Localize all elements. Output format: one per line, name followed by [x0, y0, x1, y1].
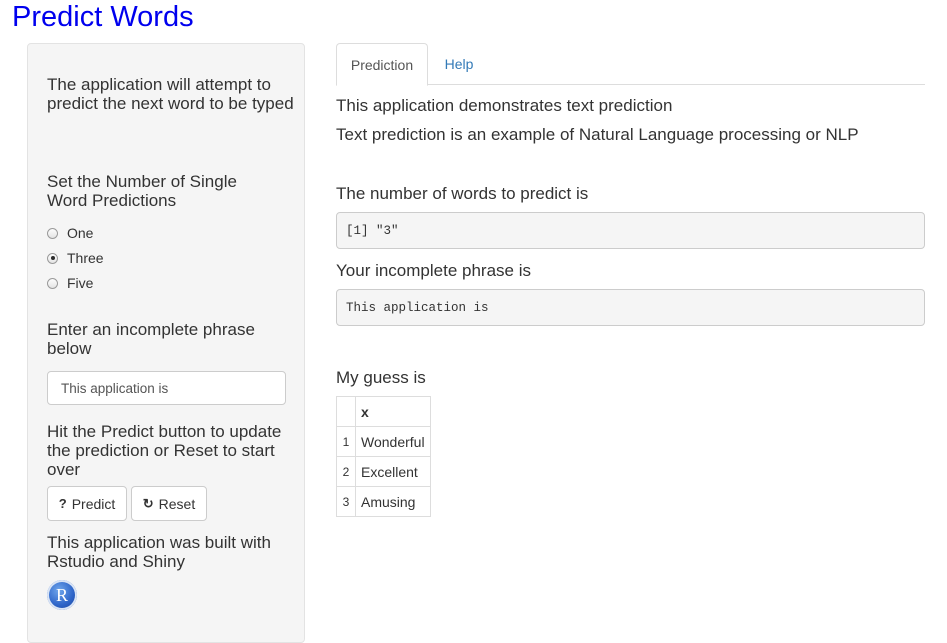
- num-words-label: The number of words to predict is: [336, 184, 589, 203]
- radio-option-three[interactable]: Three: [47, 249, 104, 267]
- radio-option-label: One: [67, 225, 94, 241]
- phrase-input-label: Enter an incomplete phrase below: [47, 320, 255, 358]
- refresh-icon: ↻: [142, 495, 154, 511]
- r-logo-icon: R: [47, 580, 77, 610]
- table-header-row: x: [336, 396, 431, 427]
- radio-group-label: Set the Number of Single Word Prediction…: [47, 172, 237, 210]
- radio-button[interactable]: [47, 227, 58, 239]
- predict-button-label: Predict: [71, 495, 116, 512]
- row-index: 2: [336, 456, 356, 487]
- radio-option-label: Three: [67, 250, 104, 266]
- radio-button[interactable]: [47, 277, 58, 289]
- table-header-index: [336, 396, 356, 427]
- description-line-1: This application demonstrates text predi…: [336, 96, 673, 115]
- tab-help[interactable]: Help: [428, 43, 490, 85]
- table-row: 1 Wonderful: [336, 426, 431, 457]
- predicted-word: Amusing: [355, 486, 431, 517]
- row-index: 1: [336, 426, 356, 457]
- question-icon: ?: [58, 496, 67, 511]
- predicted-word: Wonderful: [355, 426, 431, 457]
- sidebar-panel: The application will attempt to predict …: [27, 43, 305, 643]
- radio-option-one[interactable]: One: [47, 224, 93, 242]
- reset-button-label: Reset: [158, 495, 196, 512]
- predict-button[interactable]: ? Predict: [47, 486, 127, 521]
- radio-option-label: Five: [67, 275, 94, 291]
- row-index: 3: [336, 486, 356, 517]
- guess-table: x 1 Wonderful 2 Excellent 3 Amusing: [336, 396, 431, 517]
- radio-button-selected[interactable]: [47, 252, 58, 264]
- instructions-text: Hit the Predict button to update the pre…: [47, 422, 282, 479]
- app-title: Predict Words: [12, 1, 194, 33]
- table-header-x: x: [355, 396, 431, 427]
- num-words-output: [1] "3": [336, 212, 925, 249]
- radio-option-five[interactable]: Five: [47, 274, 93, 292]
- logo-letter: R: [55, 584, 68, 605]
- intro-text: The application will attempt to predict …: [47, 75, 294, 113]
- phrase-input[interactable]: [47, 371, 286, 405]
- table-row: 3 Amusing: [336, 486, 431, 517]
- guess-label: My guess is: [336, 368, 426, 387]
- tab-prediction[interactable]: Prediction: [336, 43, 428, 86]
- tab-bar: Prediction Help: [336, 43, 925, 86]
- description-line-2: Text prediction is an example of Natural…: [336, 125, 859, 144]
- table-row: 2 Excellent: [336, 456, 431, 487]
- predicted-word: Excellent: [355, 456, 431, 487]
- built-with-text: This application was built with Rstudio …: [47, 533, 271, 571]
- reset-button[interactable]: ↻ Reset: [131, 486, 207, 521]
- phrase-label: Your incomplete phrase is: [336, 261, 531, 280]
- phrase-output: This application is: [336, 289, 925, 326]
